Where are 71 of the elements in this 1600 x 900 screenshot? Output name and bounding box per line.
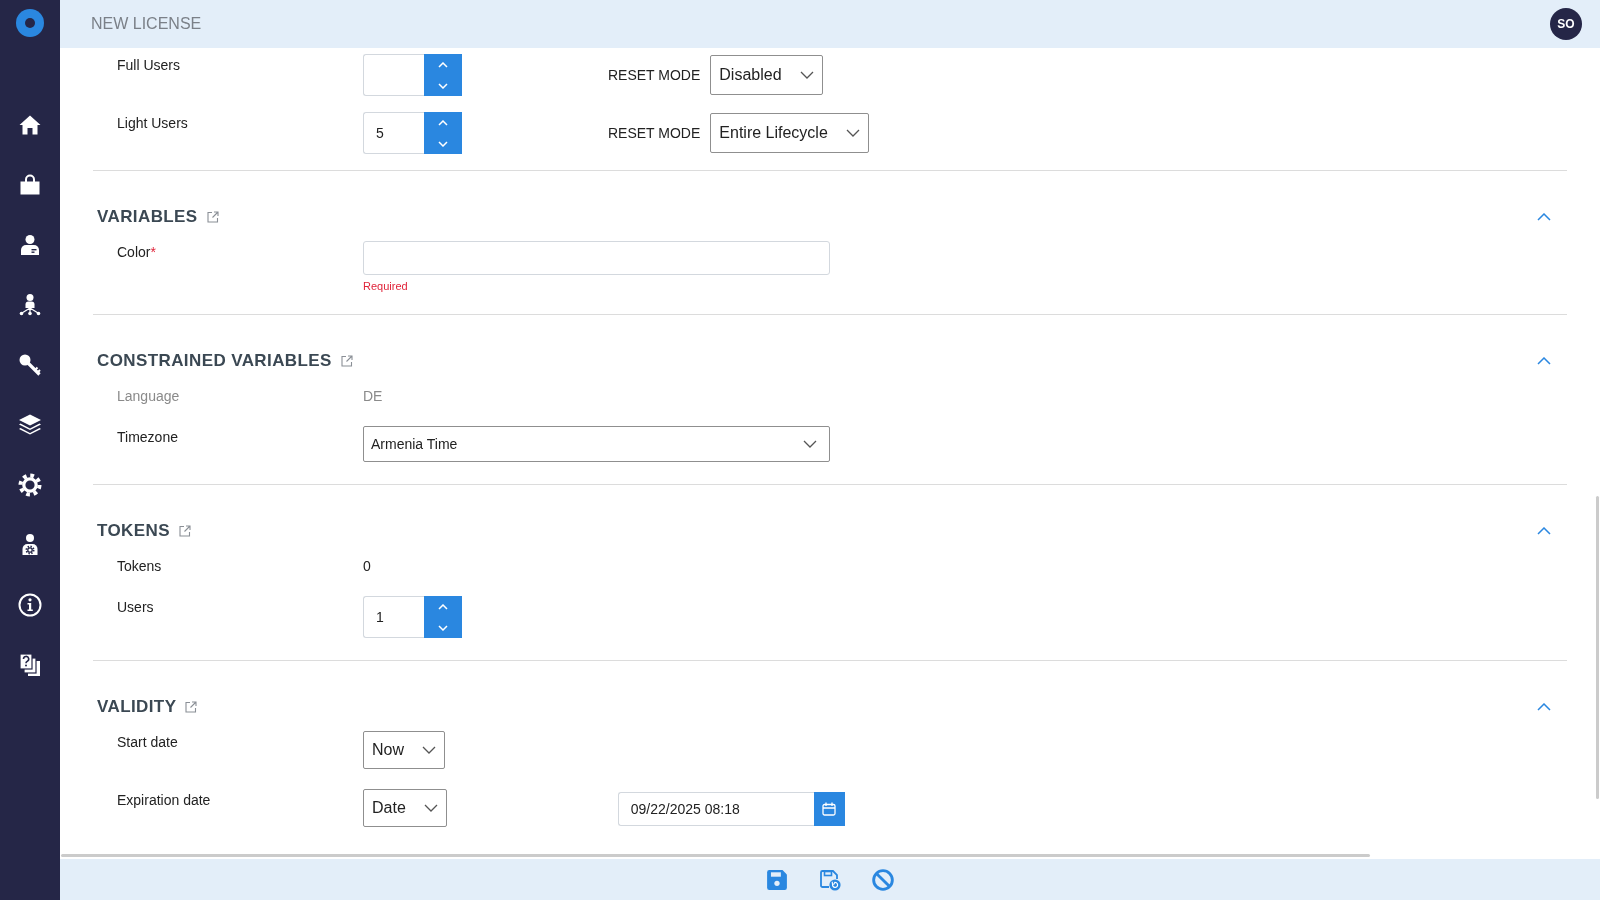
field-label: Color* — [117, 243, 157, 262]
external-link-icon[interactable] — [185, 701, 198, 713]
help-pages-icon[interactable] — [18, 653, 42, 677]
calendar-button[interactable] — [813, 792, 845, 826]
external-link-icon[interactable] — [340, 355, 353, 367]
vertical-scrollbar[interactable] — [1596, 496, 1599, 799]
field-value: 0 — [363, 557, 371, 576]
field-label: RESET MODE — [608, 67, 701, 83]
field-label: Expiration date — [117, 791, 212, 810]
dropdown[interactable]: Entire Lifecycle — [710, 113, 869, 153]
user-avatar[interactable]: SO — [1550, 8, 1582, 40]
section-title: VARIABLES — [97, 207, 198, 227]
section-title: VALIDITY — [97, 697, 177, 717]
section-title: CONSTRAINED VARIABLES — [97, 351, 332, 371]
decrement-button[interactable] — [424, 75, 462, 96]
external-link-icon[interactable] — [206, 211, 219, 223]
field-label: Users — [117, 598, 155, 617]
save-button[interactable] — [766, 868, 788, 891]
cancel-button[interactable] — [872, 868, 894, 891]
increment-button[interactable] — [424, 112, 462, 133]
page-title: NEW LICENSE — [91, 15, 202, 33]
field-label: Start date — [117, 733, 179, 752]
chevron-down-icon — [799, 71, 814, 79]
chevron-up-icon — [438, 603, 448, 610]
chevron-up-icon[interactable] — [1537, 357, 1551, 365]
horizontal-scrollbar[interactable] — [61, 854, 1370, 857]
home-icon[interactable] — [18, 113, 42, 137]
chevron-down-icon — [422, 746, 436, 754]
dropdown[interactable]: Date — [363, 789, 447, 827]
chevron-down-icon — [845, 129, 860, 137]
shopping-bag-icon[interactable] — [18, 173, 42, 197]
chevron-up-icon[interactable] — [1537, 213, 1551, 221]
section-title: TOKENS — [97, 521, 170, 541]
field-label: Tokens — [117, 557, 163, 576]
logo-icon[interactable] — [16, 9, 44, 37]
chevron-down-icon — [438, 140, 448, 147]
chevron-up-icon — [438, 61, 448, 68]
field-label: Light Users — [117, 114, 189, 133]
decrement-button[interactable] — [424, 133, 462, 154]
field-label: Full Users — [117, 56, 181, 75]
external-link-icon[interactable] — [178, 525, 191, 537]
chevron-down-icon — [438, 624, 448, 631]
chevron-up-icon — [438, 119, 448, 126]
chevron-down-icon — [438, 82, 448, 89]
chevron-down-icon — [803, 440, 817, 448]
prohibited-icon — [872, 868, 894, 891]
chevron-down-icon — [423, 804, 438, 812]
settings-icon[interactable] — [18, 473, 42, 497]
dropdown[interactable]: Now — [363, 731, 445, 769]
layers-icon[interactable] — [18, 413, 42, 437]
chevron-up-icon[interactable] — [1537, 703, 1551, 711]
calendar-icon — [822, 802, 837, 816]
floppy-disk-arrow-icon — [819, 868, 841, 891]
dropdown[interactable]: Disabled — [710, 55, 823, 95]
chevron-up-icon[interactable] — [1537, 527, 1551, 535]
dropdown[interactable]: Armenia Time — [363, 426, 830, 462]
text-input-field[interactable] — [363, 241, 830, 275]
user-network-icon[interactable] — [18, 293, 42, 317]
info-icon[interactable] — [18, 593, 42, 617]
field-label: Timezone — [117, 428, 179, 447]
increment-button[interactable] — [424, 54, 462, 75]
save-revert-button[interactable] — [819, 868, 841, 891]
field-label: RESET MODE — [608, 125, 701, 141]
user-badge-icon[interactable] — [18, 233, 42, 257]
date-input-field[interactable]: 09/22/2025 08:18 — [617, 792, 814, 826]
key-icon[interactable] — [18, 353, 42, 377]
increment-button[interactable] — [424, 596, 462, 617]
error-message: Required — [363, 280, 409, 292]
decrement-button[interactable] — [424, 617, 462, 638]
field-label: Language — [117, 387, 181, 406]
field-value: DE — [363, 387, 383, 406]
